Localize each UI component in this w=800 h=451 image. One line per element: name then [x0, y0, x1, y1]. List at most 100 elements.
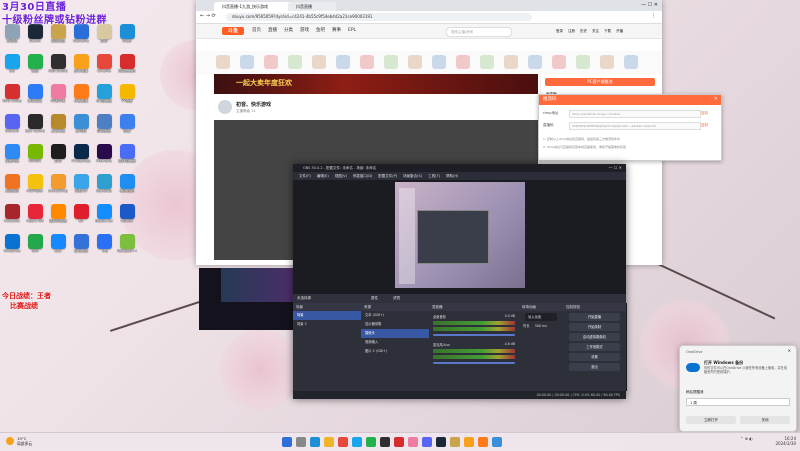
obs-window-controls[interactable]: — ☐ ✕	[609, 165, 622, 170]
site-logo[interactable]: 斗鱼	[222, 27, 244, 35]
desktop-icon[interactable]: OBS Studio	[48, 54, 68, 77]
desktop-icon[interactable]: 雷神加速器	[117, 144, 137, 167]
taskbar-app-icon[interactable]	[296, 437, 306, 447]
obs-menu-item[interactable]: 帮助(H)	[446, 174, 458, 178]
desktop-icon[interactable]: 百度网盘	[2, 144, 22, 167]
category-thumb[interactable]	[240, 55, 254, 69]
desktop-icon[interactable]: 钉钉	[48, 234, 68, 257]
site-top-link[interactable]: 下载	[604, 29, 611, 33]
obs-menu-item[interactable]: 场景集合(S)	[403, 174, 422, 178]
obs-menu-item[interactable]: 编辑(E)	[317, 174, 329, 178]
obs-menu-item[interactable]: 配置文件(P)	[378, 174, 397, 178]
desktop-icon[interactable]: 斗鱼直播	[71, 84, 91, 107]
desktop-icon[interactable]: Chrome	[94, 54, 114, 77]
desktop-icon[interactable]: Epic Games	[25, 114, 45, 137]
desktop-icon[interactable]: 腾讯视频	[117, 174, 137, 197]
desktop-icon[interactable]: QQ	[2, 54, 22, 77]
desktop-icon[interactable]: 微信	[25, 54, 45, 77]
nav-match[interactable]: 赛事	[332, 27, 341, 35]
category-thumb[interactable]	[432, 55, 446, 69]
category-thumb[interactable]	[264, 55, 278, 69]
scene-item[interactable]: 场景	[293, 311, 361, 320]
desktop-icon[interactable]: UU加速器	[94, 84, 114, 107]
desktop-icon[interactable]: Ubisoft	[117, 204, 137, 227]
obs-preview[interactable]	[293, 180, 626, 294]
nav-game[interactable]: 游戏	[300, 27, 309, 35]
taskbar-app-icon[interactable]	[408, 437, 418, 447]
volume-slider[interactable]	[433, 334, 515, 336]
site-top-link[interactable]: 开播	[616, 29, 623, 33]
desktop-icon[interactable]: Opera GX	[25, 204, 45, 227]
category-thumb[interactable]	[336, 55, 350, 69]
taskbar-app-icon[interactable]	[464, 437, 474, 447]
desktop-icon[interactable]: YY语音	[117, 84, 137, 107]
stream-key-field[interactable]: 9565059rKMHDSkqCfgYtc?wsSecret=...&token…	[569, 122, 701, 130]
nav-home[interactable]: 首页	[252, 27, 261, 35]
category-thumb[interactable]	[408, 55, 422, 69]
desktop-icon[interactable]: 火绒安全	[2, 174, 22, 197]
obs-control-button[interactable]: 启动虚拟摄像机	[569, 333, 620, 341]
browser-tab[interactable]: 抖音直播	[288, 2, 336, 11]
obs-menu-item[interactable]: 视图(V)	[335, 174, 347, 178]
category-thumb[interactable]	[312, 55, 326, 69]
source-item[interactable]: 文本 (GDI+)	[361, 311, 429, 320]
desktop-icon[interactable]: Battle.net	[94, 204, 114, 227]
obs-control-button[interactable]: 设置	[569, 353, 620, 361]
site-search-input[interactable]: 搜索主播/房间	[446, 27, 512, 37]
nav-fishbar[interactable]: 鱼吧	[316, 27, 325, 35]
category-thumb[interactable]	[360, 55, 374, 69]
desktop-icon[interactable]: 剪映	[48, 144, 68, 167]
obs-control-button[interactable]: 开始直播	[569, 313, 620, 321]
category-thumb[interactable]	[528, 55, 542, 69]
toast-close-icon[interactable]: ✕	[788, 348, 791, 353]
weather-widget[interactable]: 19°C 局部多云	[17, 436, 32, 446]
taskbar-app-icon[interactable]	[282, 437, 292, 447]
scene-item[interactable]: 场景 2	[293, 320, 361, 329]
desktop-icon[interactable]: 回收站	[2, 24, 22, 47]
desktop-icon[interactable]: 飞书	[94, 234, 114, 257]
taskbar-app-icon[interactable]	[394, 437, 404, 447]
remind-select[interactable]: 1 周	[686, 398, 790, 406]
category-thumb[interactable]	[600, 55, 614, 69]
volume-slider[interactable]	[433, 362, 515, 364]
obs-control-button[interactable]: 退出	[569, 363, 620, 371]
taskbar-app-icon[interactable]	[310, 437, 320, 447]
desktop-icon[interactable]: CCleaner	[2, 204, 22, 227]
desktop-icon[interactable]: 猎豹浏览器	[48, 204, 68, 227]
desktop-icon[interactable]: Edge	[117, 24, 137, 47]
category-thumb[interactable]	[624, 55, 638, 69]
site-top-link[interactable]: 历史	[580, 29, 587, 33]
nav-back-icon[interactable]: ← → ⟳	[200, 13, 216, 19]
clock[interactable]: 16:24 2024/3/30	[764, 436, 796, 446]
close-icon[interactable]: ✕	[714, 96, 718, 102]
obs-control-button[interactable]: 工作室模式	[569, 343, 620, 351]
taskbar-app-icon[interactable]	[436, 437, 446, 447]
menu-icon[interactable]: ⋮	[651, 13, 656, 19]
taskbar-app-icon[interactable]	[450, 437, 460, 447]
dismiss-button[interactable]: 关闭	[740, 416, 790, 424]
browser-tab-active[interactable]: 抖音直播-1九游_快乐游戏	[214, 2, 292, 11]
desktop-icon[interactable]: Premiere	[94, 144, 114, 167]
desktop-icon[interactable]: Steam	[25, 24, 45, 47]
desktop-icon[interactable]: 王者荣耀	[48, 114, 68, 137]
desktop-icon[interactable]: EA	[71, 204, 91, 227]
taskbar-app-icon[interactable]	[366, 437, 376, 447]
taskbar-app-icon[interactable]	[478, 437, 488, 447]
desktop-icon[interactable]: Notepad++	[117, 234, 137, 257]
desktop-icon[interactable]: 哔哩哔哩	[48, 84, 68, 107]
system-tray-icons[interactable]: ⌃ ⊕ ◐	[740, 436, 753, 441]
copy-key-button[interactable]: 复制	[701, 123, 708, 128]
desktop-icon[interactable]: 控制面板	[94, 114, 114, 137]
duration-value[interactable]: 300 ms	[535, 324, 547, 328]
desktop-icon[interactable]: 360	[25, 234, 45, 257]
obs-menu-item[interactable]: 工具(T)	[428, 174, 440, 178]
category-thumb[interactable]	[552, 55, 566, 69]
desktop-icon[interactable]: 此电脑	[71, 114, 91, 137]
properties-button[interactable]: 属性	[371, 294, 378, 303]
desktop-icon[interactable]: 网易UU	[71, 174, 91, 197]
desktop-icon[interactable]: NVIDIA	[25, 144, 45, 167]
desktop-icon[interactable]: 迅雷	[117, 114, 137, 137]
desktop-icon[interactable]: Bandizip	[94, 174, 114, 197]
nav-epl[interactable]: EPL	[348, 27, 356, 35]
obs-control-button[interactable]: 开始录制	[569, 323, 620, 331]
